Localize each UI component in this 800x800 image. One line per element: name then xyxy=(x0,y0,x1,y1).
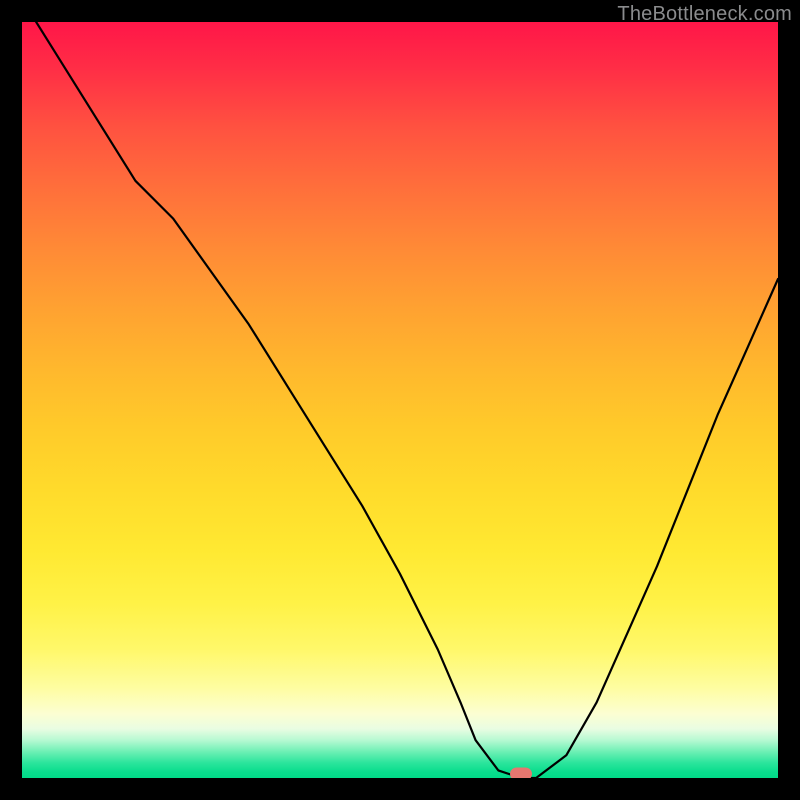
curve-path xyxy=(22,22,778,778)
bottleneck-curve xyxy=(22,22,778,778)
chart-frame: TheBottleneck.com xyxy=(0,0,800,800)
plot-area xyxy=(22,22,778,778)
optimal-point-marker xyxy=(510,768,532,778)
